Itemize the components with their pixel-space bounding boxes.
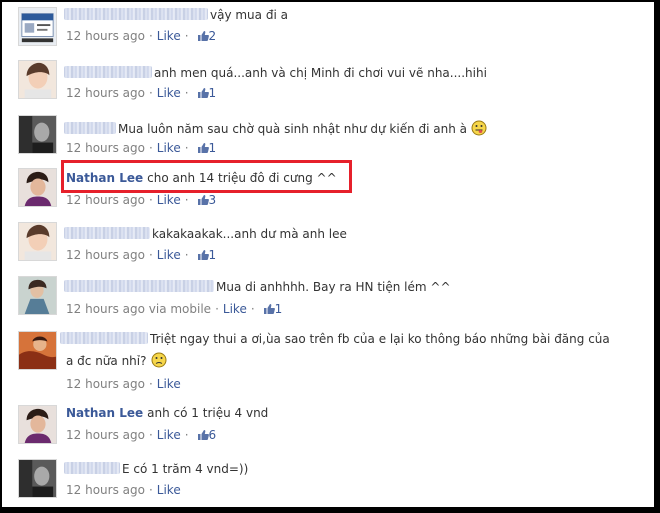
like-button[interactable]: Like	[157, 29, 181, 43]
like-count[interactable]: 2	[209, 29, 217, 43]
like-count-icon[interactable]	[197, 30, 209, 42]
avatar[interactable]	[18, 276, 57, 315]
blurred-author-name[interactable]	[64, 462, 120, 474]
comment-text-continued: a đc nữa nhỉ?	[66, 354, 147, 368]
comment-timestamp[interactable]: 12 hours ago	[66, 483, 145, 497]
author-name-link[interactable]: Nathan Lee	[66, 406, 143, 420]
blurred-author-name[interactable]	[64, 227, 150, 239]
like-count[interactable]: 3	[209, 193, 217, 207]
avatar[interactable]	[18, 459, 57, 498]
avatar[interactable]	[18, 222, 57, 261]
blurred-author-name[interactable]	[64, 66, 152, 78]
like-button[interactable]: Like	[157, 193, 181, 207]
like-count[interactable]: 1	[275, 302, 283, 316]
like-button[interactable]: Like	[157, 141, 181, 155]
like-count-icon[interactable]	[197, 249, 209, 261]
comment-timestamp[interactable]: 12 hours ago	[66, 377, 145, 391]
comment-text: anh men quá...anh và chị Minh đi chơi vu…	[154, 66, 487, 80]
like-count[interactable]: 1	[209, 248, 217, 262]
like-button[interactable]: Like	[157, 248, 181, 262]
comment-timestamp[interactable]: 12 hours ago	[66, 141, 145, 155]
comment-text: E có 1 trăm 4 vnd=))	[122, 462, 249, 476]
like-count-icon[interactable]	[197, 429, 209, 441]
comment-timestamp[interactable]: 12 hours ago	[66, 86, 145, 100]
like-count-icon[interactable]	[197, 194, 209, 206]
avatar[interactable]	[18, 168, 57, 207]
like-count[interactable]: 1	[209, 141, 217, 155]
avatar[interactable]	[18, 115, 57, 154]
comment-text: kakakaakak...anh dư mà anh lee	[152, 227, 347, 241]
comment-timestamp[interactable]: 12 hours ago via mobile	[66, 302, 211, 316]
like-button[interactable]: Like	[157, 86, 181, 100]
comment-thread: vậy mua đi a 12 hours ago · Like · 2 anh men…	[2, 2, 654, 507]
tongue-smiley-icon	[471, 120, 487, 136]
highlight-box	[61, 160, 352, 193]
like-count[interactable]: 6	[209, 428, 217, 442]
comment-text: Triệt ngay thui a ơi,ùa sao trên fb của …	[150, 332, 610, 346]
comment-timestamp[interactable]: 12 hours ago	[66, 29, 145, 43]
avatar[interactable]	[18, 60, 57, 99]
blurred-author-name[interactable]	[60, 332, 148, 344]
like-button[interactable]: Like	[157, 483, 181, 497]
avatar[interactable]	[18, 7, 57, 46]
avatar[interactable]	[18, 405, 57, 444]
blurred-author-name[interactable]	[64, 8, 208, 20]
comment-text: Mua luôn năm sau chờ quà sinh nhật như d…	[118, 122, 468, 136]
comment-text: anh có 1 triệu 4 vnd	[147, 406, 269, 420]
comment-timestamp[interactable]: 12 hours ago	[66, 428, 145, 442]
avatar[interactable]	[18, 331, 57, 370]
comment-timestamp[interactable]: 12 hours ago	[66, 193, 145, 207]
blurred-author-name[interactable]	[64, 122, 116, 134]
like-count-icon[interactable]	[263, 303, 275, 315]
like-count[interactable]: 1	[209, 86, 217, 100]
like-button[interactable]: Like	[157, 428, 181, 442]
sad-smiley-icon	[151, 352, 167, 368]
comment-text: vậy mua đi a	[210, 8, 288, 22]
comment-text: Mua di anhhhh. Bay ra HN tiện lém ^^	[216, 280, 451, 294]
like-button[interactable]: Like	[157, 377, 181, 391]
comment-timestamp[interactable]: 12 hours ago	[66, 248, 145, 262]
blurred-author-name[interactable]	[64, 280, 214, 292]
like-count-icon[interactable]	[197, 87, 209, 99]
like-count-icon[interactable]	[197, 142, 209, 154]
like-button[interactable]: Like	[223, 302, 247, 316]
